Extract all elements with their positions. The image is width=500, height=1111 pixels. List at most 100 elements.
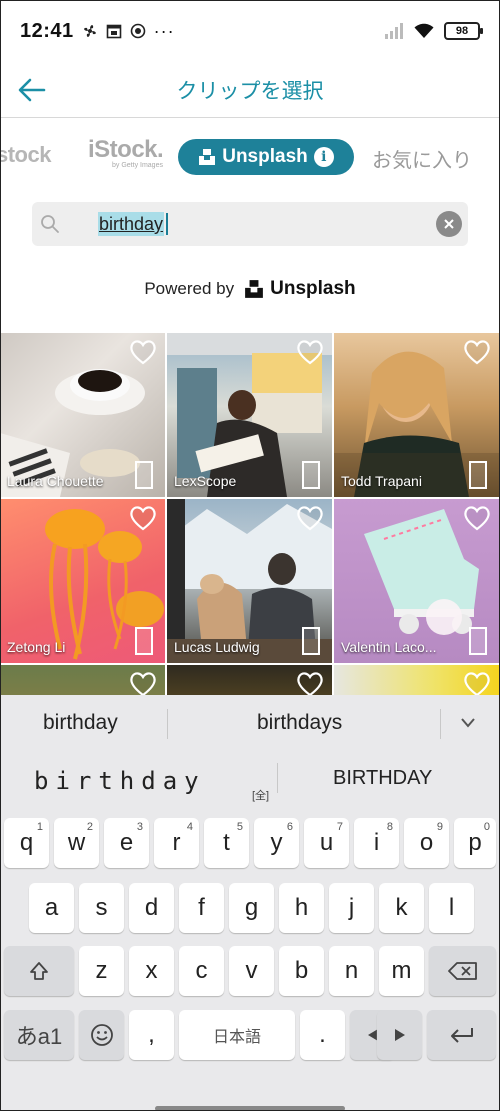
tab-unsplash[interactable]: Unsplash i	[178, 139, 354, 175]
suggestion-item[interactable]: birthdays	[257, 711, 342, 735]
chevron-down-icon[interactable]	[460, 717, 476, 729]
key-hint: 1	[36, 821, 43, 833]
key-k[interactable]: k	[379, 883, 424, 933]
cursor-right-key[interactable]	[377, 1010, 422, 1060]
photo-credit: LexScope	[174, 473, 237, 489]
key-label: f	[198, 894, 205, 921]
key-label: .	[319, 1021, 326, 1048]
app-header: クリップを選択	[0, 62, 500, 118]
tab-favorites[interactable]: お気に入り	[372, 144, 472, 173]
backspace-key[interactable]	[429, 946, 496, 996]
key-i[interactable]: 8i	[354, 818, 399, 868]
heart-icon[interactable]	[296, 339, 324, 365]
key-j[interactable]: j	[329, 883, 374, 933]
photo-tile[interactable]	[0, 665, 165, 695]
key-z[interactable]: z	[79, 946, 124, 996]
info-icon[interactable]: i	[313, 147, 334, 167]
divider	[277, 763, 278, 793]
heart-icon[interactable]	[463, 339, 491, 365]
heart-icon[interactable]	[129, 339, 157, 365]
photo-tile[interactable]: Lucas Ludwig	[167, 499, 332, 663]
key-x[interactable]: x	[129, 946, 174, 996]
key-u[interactable]: 7u	[304, 818, 349, 868]
photo-select-indicator	[469, 627, 487, 655]
suggestion-item[interactable]: birthday	[43, 711, 118, 735]
heart-icon[interactable]	[129, 671, 157, 695]
input-mode-key[interactable]: あa1	[4, 1010, 74, 1060]
key-label: v	[245, 957, 258, 984]
photo-tile[interactable]: Valentin Laco...	[334, 499, 499, 663]
key-q[interactable]: 1q	[4, 818, 49, 868]
space-key[interactable]: 日本語	[179, 1010, 295, 1060]
key-o[interactable]: 9o	[404, 818, 449, 868]
backspace-icon	[447, 962, 477, 980]
back-button[interactable]	[12, 70, 52, 110]
photo-tile[interactable]: Laura Chouette	[0, 333, 165, 497]
emoji-key[interactable]	[79, 1010, 124, 1060]
triangle-right-icon	[394, 1029, 405, 1041]
more-notifications-icon: ···	[153, 20, 175, 41]
key-v[interactable]: v	[229, 946, 274, 996]
photo-credit: Lucas Ludwig	[174, 639, 260, 655]
key-label: i	[373, 829, 380, 856]
clear-search-button[interactable]	[436, 211, 462, 237]
photo-tile[interactable]: Zetong Li	[0, 499, 165, 663]
heart-icon[interactable]	[296, 505, 324, 531]
photo-tile[interactable]	[167, 665, 332, 695]
key-label: s	[95, 894, 108, 921]
photo-credit: Valentin Laco...	[341, 639, 437, 655]
key-f[interactable]: f	[179, 883, 224, 933]
shift-key[interactable]	[4, 946, 74, 996]
photo-tile[interactable]: Todd Trapani	[334, 333, 499, 497]
heart-icon[interactable]	[296, 671, 324, 695]
conversion-candidate[interactable]: birthday	[34, 767, 206, 795]
close-icon	[444, 219, 454, 229]
comma-key[interactable]: ,	[129, 1010, 174, 1060]
key-c[interactable]: c	[179, 946, 224, 996]
photo-credit: Laura Chouette	[7, 473, 104, 489]
tab-istock-partial[interactable]: stock	[0, 142, 51, 168]
istock-logo-sub: by Getty Images	[112, 162, 163, 169]
period-key[interactable]: .	[300, 1010, 345, 1060]
home-indicator[interactable]	[155, 1106, 345, 1111]
key-p[interactable]: 0p	[454, 818, 496, 868]
suggestion-bar: birthday birthdays	[0, 695, 500, 753]
key-label: あa1	[15, 1024, 63, 1049]
key-d[interactable]: d	[129, 883, 174, 933]
key-a[interactable]: a	[29, 883, 74, 933]
tab-istock[interactable]: iStock. by Getty Images	[88, 138, 164, 170]
key-g[interactable]: g	[229, 883, 274, 933]
signal-icon	[385, 23, 403, 39]
heart-icon[interactable]	[463, 505, 491, 531]
key-label: b	[294, 957, 309, 984]
text-caret	[166, 213, 168, 235]
status-right: 98	[384, 22, 483, 40]
status-notification-icons: ···	[82, 21, 175, 42]
photo-tile[interactable]	[334, 665, 499, 695]
key-h[interactable]: h	[279, 883, 324, 933]
key-s[interactable]: s	[79, 883, 124, 933]
heart-icon[interactable]	[129, 505, 157, 531]
search-input-value[interactable]: birthday	[98, 212, 165, 236]
key-r[interactable]: 4r	[154, 818, 199, 868]
heart-icon[interactable]	[463, 671, 491, 695]
conversion-candidate-alt[interactable]: BIRTHDAY	[333, 767, 432, 790]
arrow-left-icon	[18, 78, 46, 102]
status-time: 12:41	[20, 19, 74, 42]
key-n[interactable]: n	[329, 946, 374, 996]
key-label: l	[448, 894, 455, 921]
enter-key[interactable]	[427, 1010, 496, 1060]
key-b[interactable]: b	[279, 946, 324, 996]
key-w[interactable]: 2w	[54, 818, 99, 868]
key-e[interactable]: 3e	[104, 818, 149, 868]
search-field[interactable]: birthday	[32, 202, 468, 246]
key-m[interactable]: m	[379, 946, 424, 996]
key-label: ,	[148, 1021, 155, 1048]
key-l[interactable]: l	[429, 883, 474, 933]
page-title: クリップを選択	[176, 79, 324, 103]
powered-by-label: Powered by	[144, 279, 235, 298]
key-y[interactable]: 6y	[254, 818, 299, 868]
key-hint: 4	[186, 821, 193, 833]
key-t[interactable]: 5t	[204, 818, 249, 868]
photo-tile[interactable]: LexScope	[167, 333, 332, 497]
